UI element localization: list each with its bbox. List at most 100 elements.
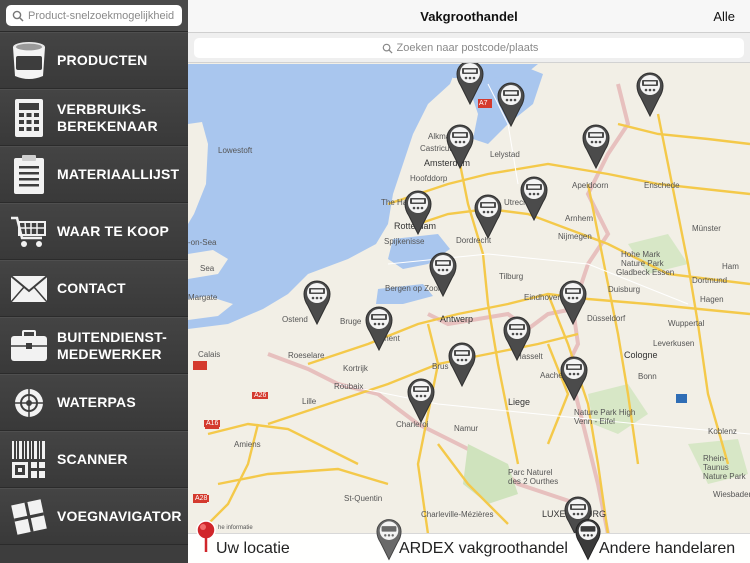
ardex-pin[interactable] xyxy=(559,280,587,326)
menu-item-label: CONTACT xyxy=(57,280,126,296)
map-label-cologne: Cologne xyxy=(624,350,658,360)
map-label-infohint: he informatie xyxy=(218,525,253,531)
other-dealer-pin-icon xyxy=(575,519,601,561)
menu-item-waar-te-koop[interactable]: WAAR TE KOOP xyxy=(0,203,188,260)
map-label-stquentin: St-Quentin xyxy=(344,494,383,503)
map-label-nijmegen: Nijmegen xyxy=(558,232,592,241)
main-panel: Lowestoft Alkmaar Castricum Amsterdam Le… xyxy=(188,0,750,563)
map-label-munster: Münster xyxy=(692,224,721,233)
map-label-enschede: Enschede xyxy=(644,181,680,190)
map-label-duisburg: Duisburg xyxy=(608,285,641,294)
menu-item-label: VERBRUIKS- BEREKENAAR xyxy=(57,100,158,134)
map-label-dusseldorf: Düsseldorf xyxy=(587,314,626,323)
ardex-pin[interactable] xyxy=(456,60,484,106)
menu-item-label: VOEGNAVIGATOR xyxy=(57,508,182,524)
qr-code-icon xyxy=(6,438,52,482)
map-label-eindhoven: Eindhoven xyxy=(524,293,562,302)
location-pin-icon xyxy=(196,520,216,552)
map-label-hagen: Hagen xyxy=(700,295,724,304)
product-search-input[interactable] xyxy=(28,9,178,22)
map-label-lille: Lille xyxy=(302,397,317,406)
map-view[interactable]: Lowestoft Alkmaar Castricum Amsterdam Le… xyxy=(188,60,750,542)
search-icon xyxy=(382,43,393,54)
navigation-bar: Vakgroothandel Alle xyxy=(188,0,750,33)
menu-item-scanner[interactable]: SCANNER xyxy=(0,431,188,488)
ardex-pin[interactable] xyxy=(474,194,502,240)
map-label-namur: Namur xyxy=(454,424,479,433)
menu-item-label: BUITENDIENST- MEDEWERKER xyxy=(57,328,167,362)
map-label-amiens: Amiens xyxy=(234,440,261,449)
map-label-hohemark: Hohe Mark Nature Park xyxy=(621,250,664,268)
map-label-spijkenisse: Spijkenisse xyxy=(384,237,425,246)
map-label-parcnaturel: Parc Naturel des 2 Ourthes xyxy=(508,468,559,486)
map-label-wiesbaden: Wiesbaden xyxy=(713,490,750,499)
product-search-box[interactable] xyxy=(6,5,182,26)
ardex-pin[interactable] xyxy=(365,306,393,352)
map-label-a16: A16 xyxy=(204,420,221,427)
menu-item-buitendienstmedewerker[interactable]: BUITENDIENST- MEDEWERKER xyxy=(0,317,188,374)
map-label-antwerp: Antwerp xyxy=(440,314,474,324)
level-icon xyxy=(6,381,52,425)
legend-own-location: Uw locatie xyxy=(216,540,290,557)
map-label-naturepark: Nature Park High Venn - Eifel xyxy=(574,408,636,426)
map-label-hamm: Ham xyxy=(722,262,739,271)
ardex-pin[interactable] xyxy=(429,252,457,298)
map-label-hoofddorp: Hoofddorp xyxy=(410,174,448,183)
ardex-pin[interactable] xyxy=(497,82,525,128)
map-label-lowestoft: Lowestoft xyxy=(218,146,253,155)
map-label-apeldoorn: Apeldoorn xyxy=(572,181,609,190)
ardex-pin[interactable] xyxy=(560,356,588,402)
menu-item-label: WAAR TE KOOP xyxy=(57,223,170,239)
tile-icon xyxy=(6,495,52,539)
calculator-icon xyxy=(6,96,52,140)
sidebar: PRODUCTEN VERBRUIKS- BEREKENAAR MATERIAA… xyxy=(0,0,188,563)
menu-item-label: SCANNER xyxy=(57,451,128,467)
map-label-a26: A26 xyxy=(252,392,269,399)
map-label-a28: A28 xyxy=(193,495,210,502)
map-label-charleville: Charleville-Mézières xyxy=(421,510,494,519)
ardex-pin[interactable] xyxy=(303,280,331,326)
envelope-icon xyxy=(6,267,52,311)
map-label-wuppertal: Wuppertal xyxy=(668,319,705,328)
briefcase-icon xyxy=(6,324,52,368)
map-label-dortmund: Dortmund xyxy=(692,276,728,285)
search-icon xyxy=(12,10,24,22)
postcode-search-input[interactable] xyxy=(396,42,557,54)
map-label-sea: Sea xyxy=(200,264,215,273)
ardex-pin[interactable] xyxy=(520,176,548,222)
menu-item-label: PRODUCTEN xyxy=(57,52,148,68)
postcode-search-box[interactable] xyxy=(194,38,744,58)
menu-item-producten[interactable]: PRODUCTEN xyxy=(0,32,188,89)
page-title: Vakgroothandel xyxy=(420,9,518,24)
postcode-search-bar xyxy=(188,33,750,63)
alle-button[interactable]: Alle xyxy=(713,9,735,24)
map-label-roeselare: Roeselare xyxy=(288,351,325,360)
map-label-liege: Liege xyxy=(508,397,531,407)
map-label-leverkusen: Leverkusen xyxy=(653,339,695,348)
legend-other: Andere handelaren xyxy=(599,540,736,557)
map-label-brussels: Brus xyxy=(432,362,449,371)
ardex-pin[interactable] xyxy=(448,342,476,388)
ardex-pin[interactable] xyxy=(636,72,664,118)
ardex-pin[interactable] xyxy=(503,316,531,362)
ardex-pin[interactable] xyxy=(404,190,432,236)
cart-icon xyxy=(6,210,52,254)
map-label-brugge: Bruge xyxy=(340,317,362,326)
map-label-onsea: -on-Sea xyxy=(188,238,217,247)
ardex-pin[interactable] xyxy=(446,124,474,170)
map-label-bonn: Bonn xyxy=(638,372,657,381)
menu-item-contact[interactable]: CONTACT xyxy=(0,260,188,317)
map-label-margate: Margate xyxy=(188,293,218,302)
bucket-icon xyxy=(6,39,52,83)
map-label-lelystad: Lelystad xyxy=(490,150,520,159)
menu-item-label: MATERIAALLIJST xyxy=(57,166,180,182)
menu-item-materiaallijst[interactable]: MATERIAALLIJST xyxy=(0,146,188,203)
ardex-pin[interactable] xyxy=(582,124,610,170)
map-legend: Uw locatie ARDEX vakgroothandel Andere h… xyxy=(188,519,750,563)
menu-item-verbruiksberekenaar[interactable]: VERBRUIKS- BEREKENAAR xyxy=(0,89,188,146)
legend-ardex: ARDEX vakgroothandel xyxy=(399,540,568,557)
ardex-pin[interactable] xyxy=(407,378,435,424)
map-label-tilburg: Tilburg xyxy=(499,272,524,281)
menu-item-waterpas[interactable]: WATERPAS xyxy=(0,374,188,431)
menu-item-voegnavigator[interactable]: VOEGNAVIGATOR xyxy=(0,488,188,545)
